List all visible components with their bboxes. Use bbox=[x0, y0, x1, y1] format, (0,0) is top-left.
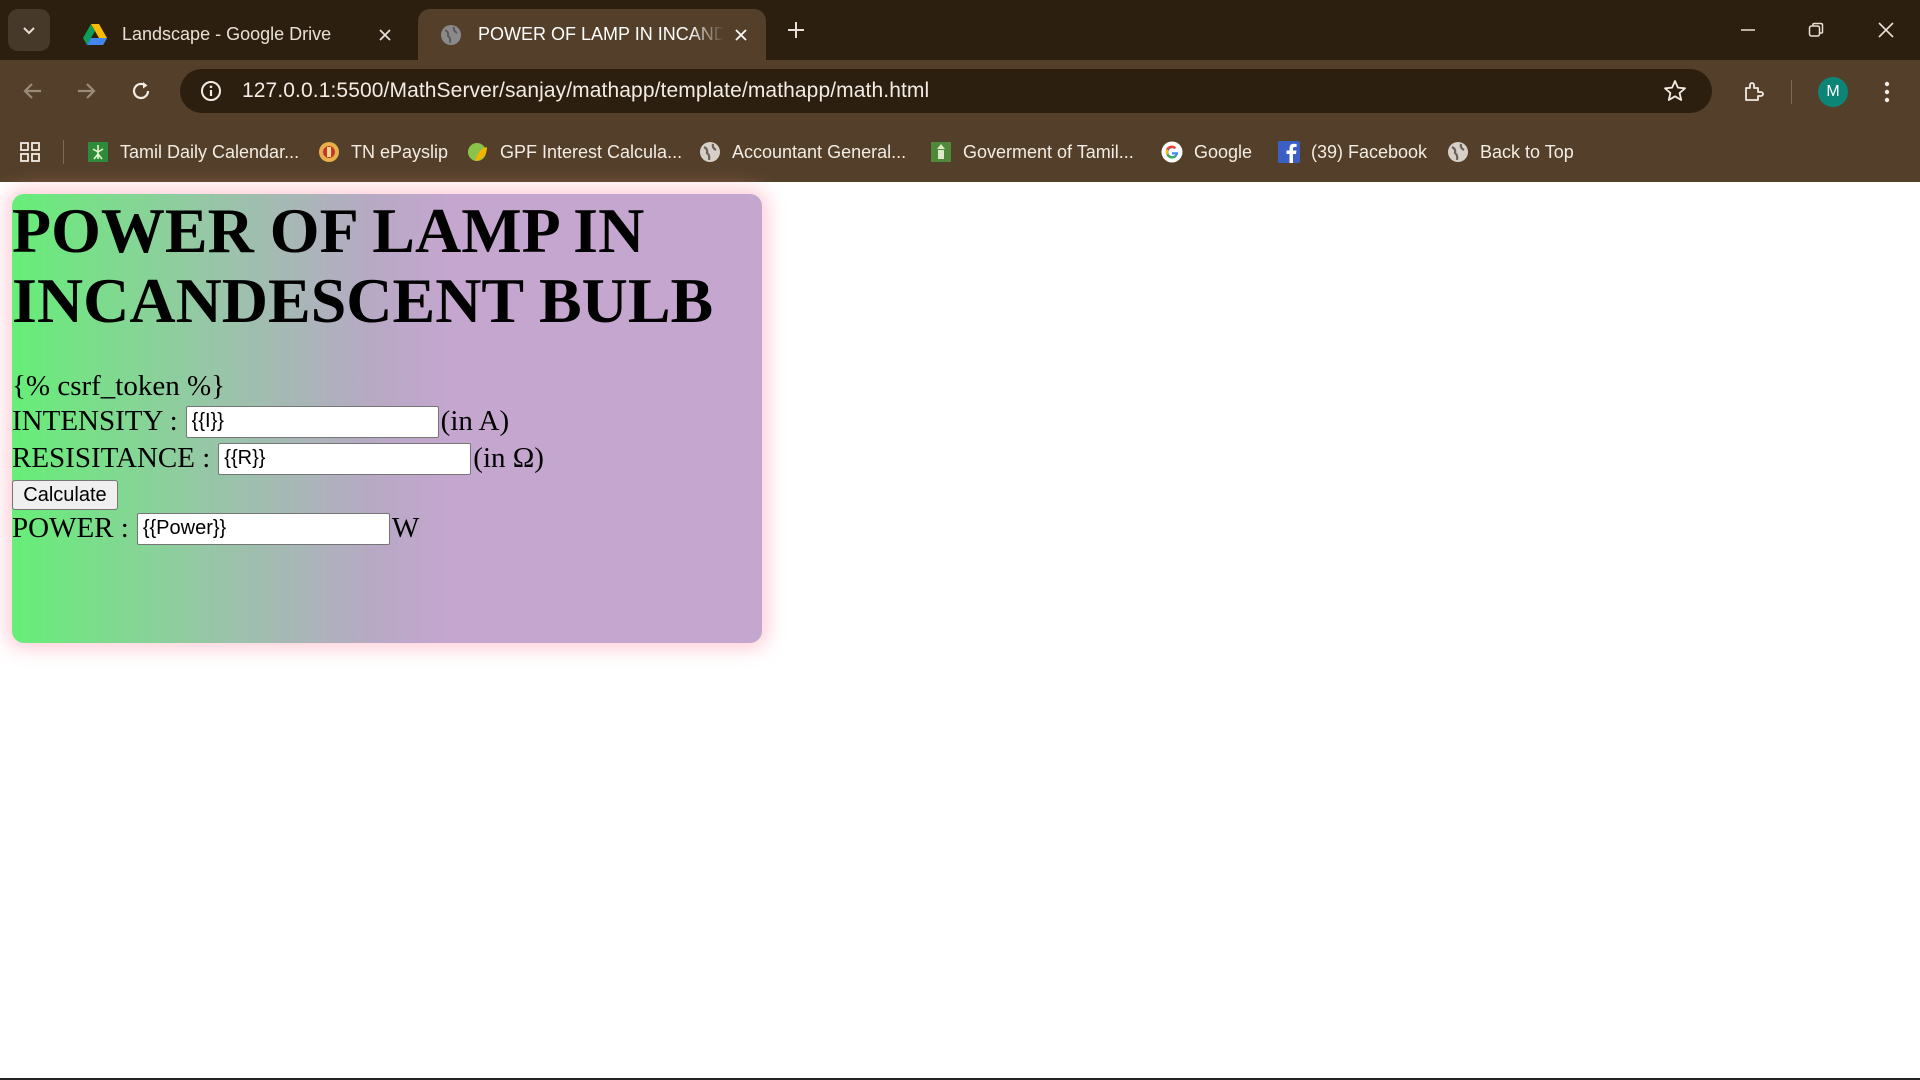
toolbar-divider bbox=[1791, 80, 1792, 104]
site-info-icon[interactable] bbox=[194, 74, 228, 108]
tab-search-button[interactable] bbox=[8, 9, 50, 51]
emblem-icon bbox=[929, 140, 953, 164]
google-drive-icon bbox=[82, 22, 108, 48]
bookmark-google[interactable]: Google bbox=[1160, 134, 1252, 170]
reload-icon bbox=[132, 82, 150, 100]
resistance-row: RESISITANCE : (in Ω) bbox=[12, 442, 544, 475]
bookmarks-divider bbox=[63, 140, 64, 164]
apps-grid-icon[interactable] bbox=[16, 138, 44, 166]
intensity-row: INTENSITY : (in A) bbox=[12, 405, 509, 438]
bookmark-back-to-top[interactable]: Back to Top bbox=[1446, 134, 1574, 170]
intensity-input[interactable] bbox=[185, 405, 439, 438]
bookmark-gpf-interest[interactable]: GPF Interest Calcula... bbox=[466, 134, 682, 170]
back-arrow-icon bbox=[23, 83, 41, 99]
power-row: POWER : W bbox=[12, 512, 419, 545]
bookmark-label: Accountant General... bbox=[732, 141, 907, 162]
resistance-label: RESISITANCE : bbox=[12, 442, 211, 474]
bookmark-tn-epayslip[interactable]: TN ePayslip bbox=[317, 134, 448, 170]
close-icon bbox=[1878, 22, 1894, 38]
close-tab-icon[interactable] bbox=[724, 18, 758, 52]
bookmark-label: Back to Top bbox=[1480, 141, 1574, 162]
chevron-down-icon bbox=[23, 27, 35, 35]
restore-button[interactable] bbox=[1782, 0, 1850, 60]
globe-icon bbox=[1446, 140, 1470, 164]
more-menu-icon[interactable] bbox=[1870, 75, 1904, 109]
tab-power-of-lamp[interactable]: POWER OF LAMP IN INCANDESCENT BULB bbox=[418, 9, 766, 60]
leaf-icon bbox=[466, 140, 490, 164]
url-host: 127.0.0.1 bbox=[242, 79, 331, 102]
bookmark-label: (39) Facebook bbox=[1311, 141, 1428, 162]
forward-button[interactable] bbox=[68, 73, 104, 109]
close-window-button[interactable] bbox=[1852, 0, 1920, 60]
intensity-label: INTENSITY : bbox=[12, 405, 178, 437]
bookmark-tamil-daily-calendar[interactable]: Tamil Daily Calendar... bbox=[86, 134, 299, 170]
facebook-icon bbox=[1277, 140, 1301, 164]
power-unit: W bbox=[391, 512, 420, 544]
tab-google-drive[interactable]: Landscape - Google Drive bbox=[62, 9, 410, 60]
calendar-icon bbox=[86, 140, 110, 164]
url-text[interactable]: 127.0.0.1:5500/MathServer/sanjay/mathapp… bbox=[242, 79, 929, 103]
minimize-button[interactable] bbox=[1714, 0, 1782, 60]
bookmark-facebook[interactable]: (39) Facebook bbox=[1277, 134, 1427, 170]
power-label: POWER : bbox=[12, 512, 129, 544]
calculate-button[interactable]: Calculate bbox=[12, 480, 118, 510]
csrf-token-text: {% csrf_token %} bbox=[12, 370, 226, 402]
bookmark-label: TN ePayslip bbox=[351, 141, 449, 162]
url-path: :5500/MathServer/sanjay/mathapp/template… bbox=[330, 79, 930, 102]
resistance-unit: (in Ω) bbox=[473, 442, 544, 474]
tab-strip: Landscape - Google Drive POWER OF LAMP I… bbox=[0, 0, 1920, 60]
close-tab-icon[interactable] bbox=[368, 18, 402, 52]
extensions-icon[interactable] bbox=[1737, 75, 1771, 109]
bookmark-government-of-tamil[interactable]: Goverment of Tamil... bbox=[929, 134, 1134, 170]
profile-avatar[interactable]: M bbox=[1818, 77, 1848, 107]
tab-title: Landscape - Google Drive bbox=[122, 24, 332, 44]
bookmark-star-icon[interactable] bbox=[1658, 74, 1692, 108]
csrf-token-row: {% csrf_token %} bbox=[12, 370, 225, 403]
minimize-icon bbox=[1741, 29, 1755, 31]
power-output[interactable] bbox=[136, 512, 390, 545]
tab-title: POWER OF LAMP IN INCANDESCENT BULB bbox=[478, 24, 724, 44]
globe-icon bbox=[698, 140, 722, 164]
emblem-icon bbox=[317, 140, 341, 164]
bookmark-accountant-general[interactable]: Accountant General... bbox=[698, 134, 906, 170]
bookmarks-bar: Tamil Daily Calendar... TN ePayslip GPF … bbox=[0, 122, 1920, 182]
intensity-unit: (in A) bbox=[440, 405, 510, 437]
restore-icon bbox=[1808, 22, 1824, 37]
browser-toolbar: 127.0.0.1:5500/MathServer/sanjay/mathapp… bbox=[0, 60, 1920, 122]
globe-icon bbox=[438, 22, 464, 48]
reload-button[interactable] bbox=[123, 73, 159, 109]
bookmark-label: Google bbox=[1194, 141, 1253, 162]
forward-arrow-icon bbox=[78, 83, 96, 99]
bookmark-label: GPF Interest Calcula... bbox=[500, 141, 683, 162]
new-tab-button[interactable] bbox=[778, 12, 814, 48]
address-bar[interactable]: 127.0.0.1:5500/MathServer/sanjay/mathapp… bbox=[180, 69, 1712, 113]
bookmark-label: Goverment of Tamil... bbox=[963, 141, 1134, 162]
google-icon bbox=[1160, 140, 1184, 164]
calculator-card: POWER OF LAMP IN INCANDESCENT BULB {% cs… bbox=[12, 194, 762, 643]
plus-icon bbox=[788, 22, 804, 38]
back-button[interactable] bbox=[15, 73, 51, 109]
resistance-input[interactable] bbox=[218, 442, 472, 475]
bookmark-label: Tamil Daily Calendar... bbox=[120, 141, 300, 162]
page-title: POWER OF LAMP IN INCANDESCENT BULB bbox=[12, 195, 714, 336]
